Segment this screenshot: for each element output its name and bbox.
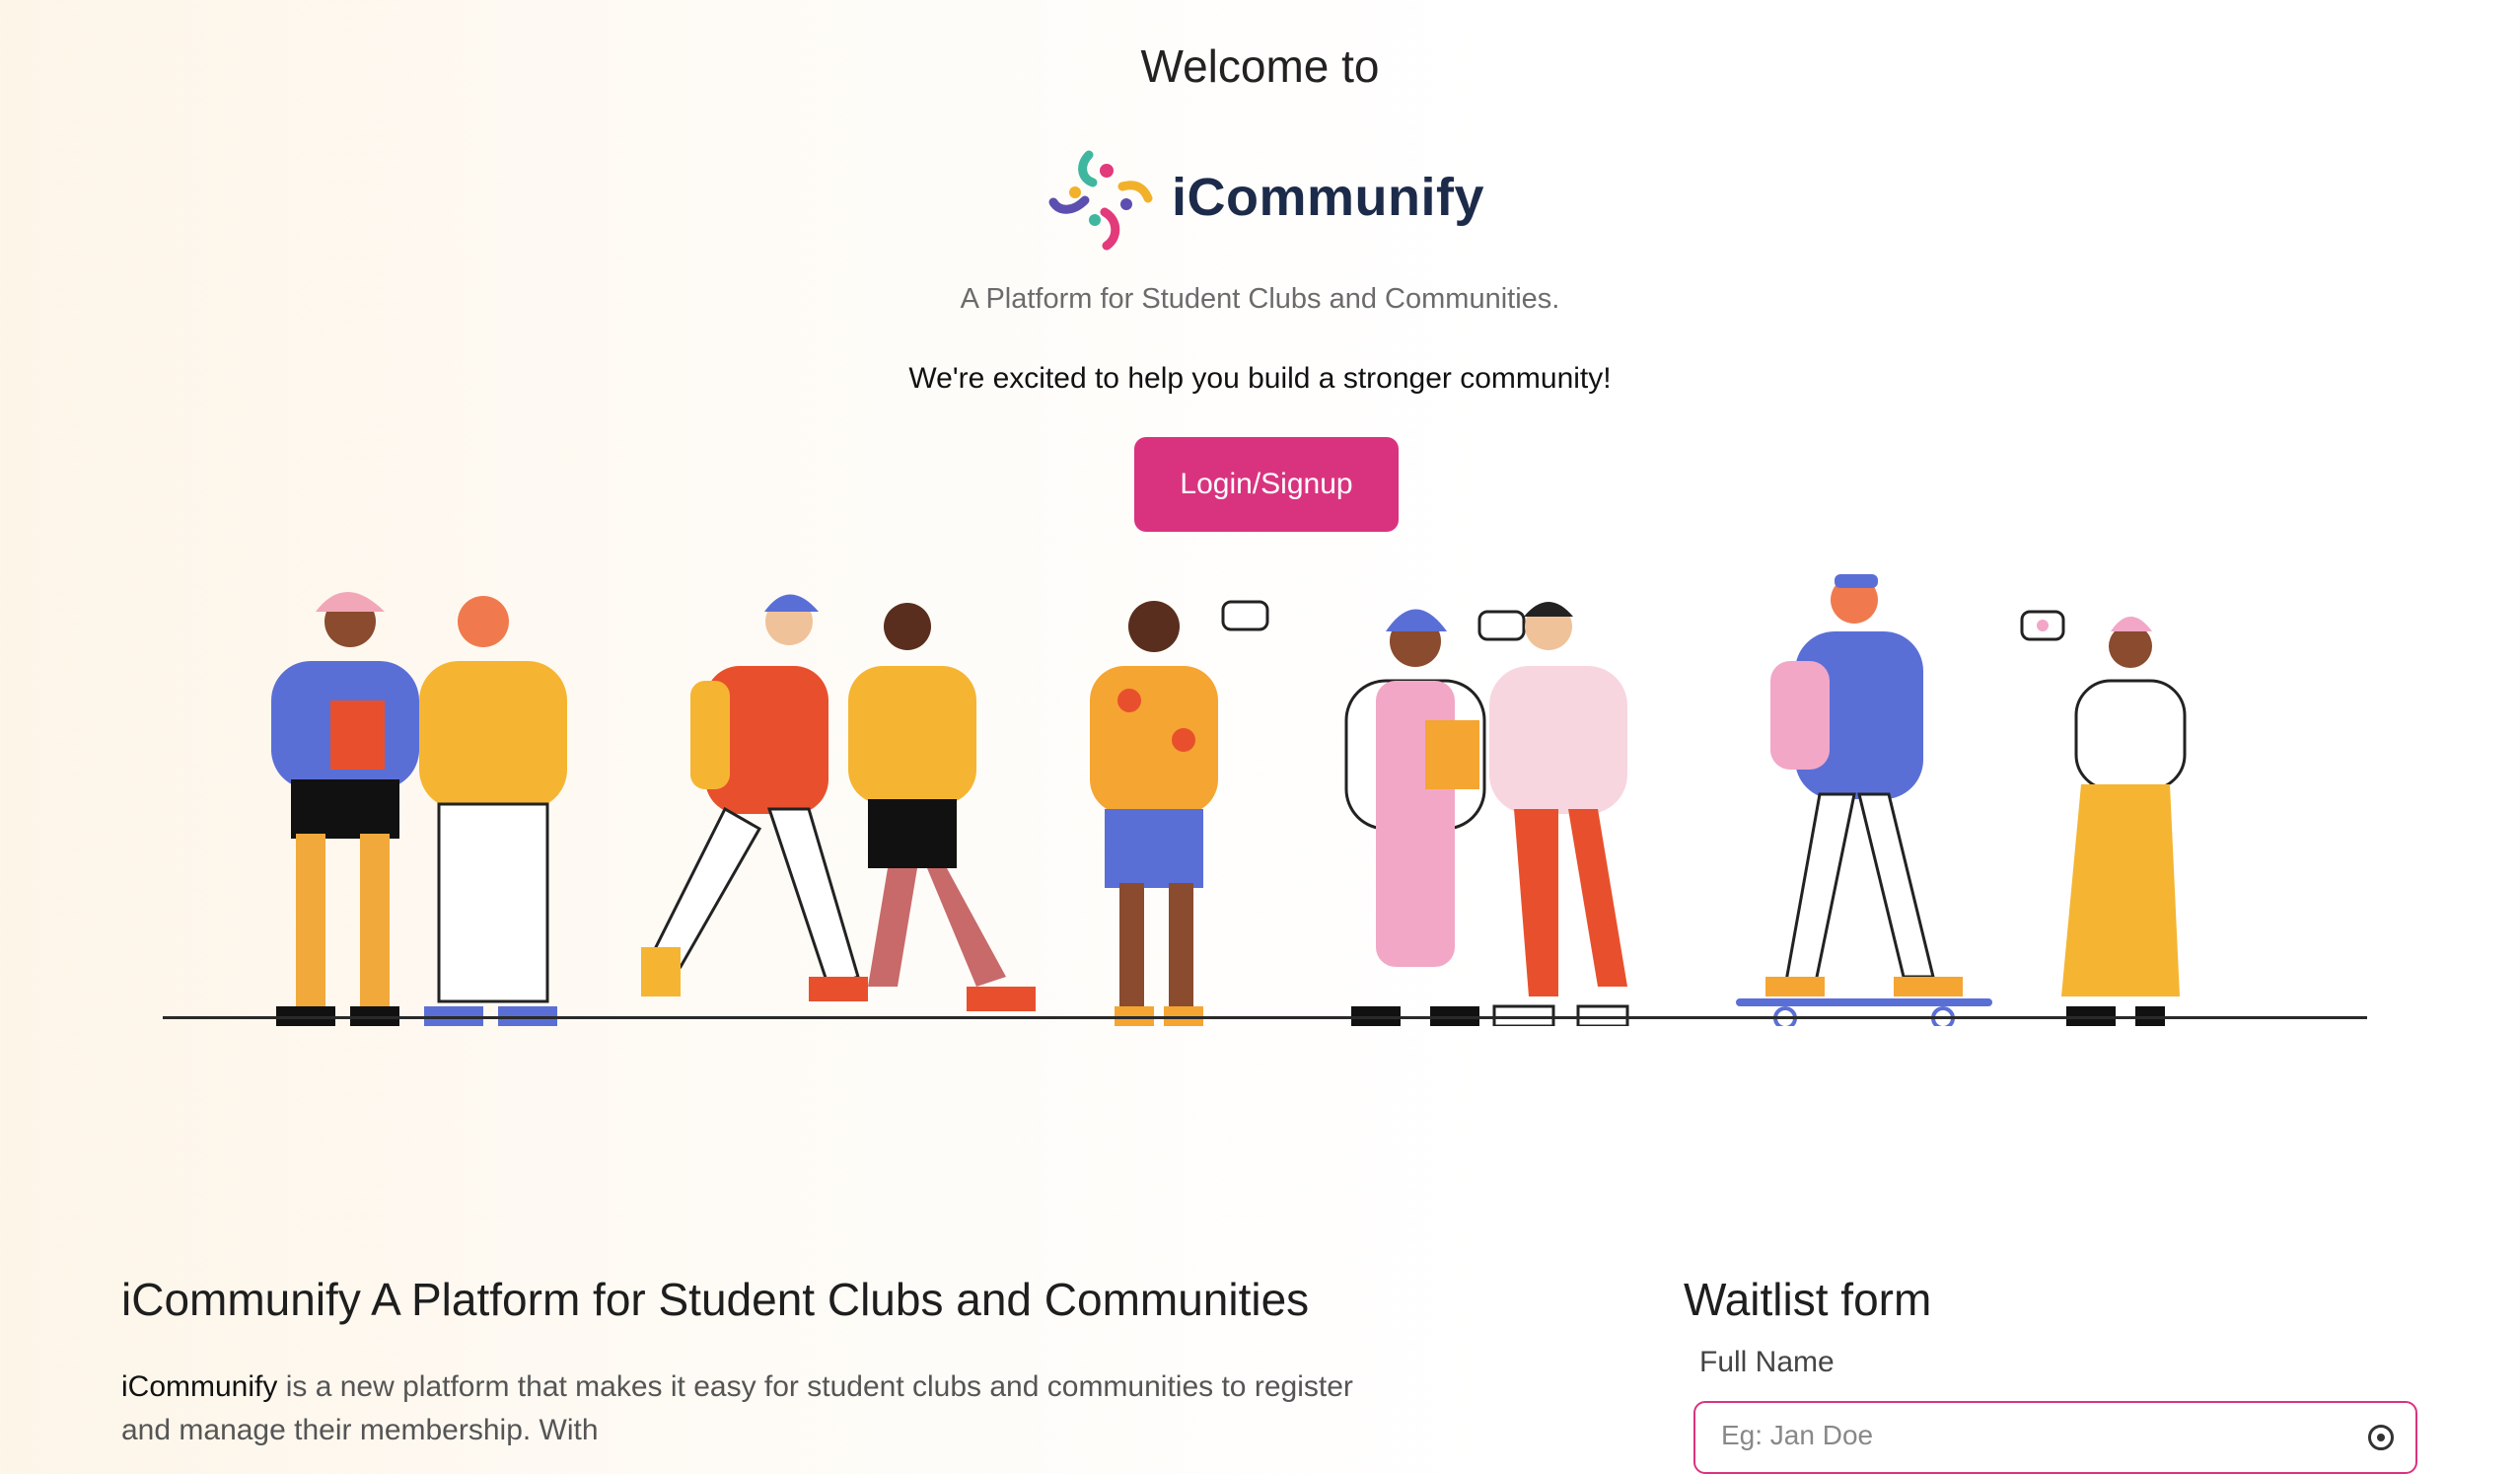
- waitlist-form: Waitlist form Full Name: [1684, 1273, 2418, 1474]
- about-title: iCommunify A Platform for Student Clubs …: [121, 1274, 1310, 1325]
- brand-logo: iCommunify: [1045, 143, 1484, 252]
- person-single-3: [1090, 600, 1269, 1026]
- about-section: iCommunify A Platform for Student Clubs …: [121, 1273, 1404, 1452]
- person-skater-5: [1736, 574, 1992, 1026]
- tagline: A Platform for Student Clubs and Communi…: [960, 283, 1560, 315]
- intro-text: We're excited to help you build a strong…: [908, 362, 1612, 395]
- waitlist-title: Waitlist form: [1684, 1274, 1932, 1325]
- people-community-illustration: [271, 574, 2187, 1026]
- person-group-1: [271, 592, 567, 1026]
- login-signup-button[interactable]: Login/Signup: [1134, 437, 1399, 532]
- about-brand: iCommunify: [121, 1370, 278, 1403]
- person-group-4: [1344, 602, 1629, 1026]
- mail-bubble-icon: [1477, 610, 1526, 641]
- brand-name: iCommunify: [1172, 168, 1485, 227]
- full-name-field-wrapper: [1693, 1401, 2417, 1474]
- about-body: is a new platform that makes it easy for…: [121, 1370, 1353, 1446]
- ellipsis-bubble-icon: [1221, 600, 1269, 631]
- ground-line: [163, 1016, 2367, 1019]
- person-group-2: [641, 594, 1036, 1011]
- about-text: iCommunify is a new platform that makes …: [121, 1365, 1404, 1452]
- welcome-heading: Welcome to: [1140, 40, 1380, 92]
- full-name-label: Full Name: [1699, 1346, 1835, 1378]
- icommunify-logo-icon: [1048, 150, 1153, 251]
- full-name-input[interactable]: [1719, 1419, 2335, 1452]
- person-single-6: [2020, 610, 2187, 1026]
